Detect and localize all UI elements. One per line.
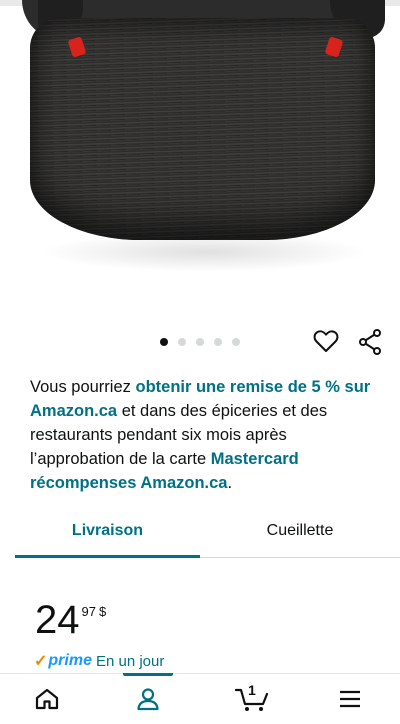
prime-delivery: ✓ prime En un jour [34,651,164,671]
menu-icon [340,690,360,708]
credit-card-promo: Vous pourriez obtenir une remise de 5 % … [30,375,380,495]
carousel-dot-5[interactable] [232,338,240,346]
nav-active-indicator [123,673,173,676]
carousel-dot-3[interactable] [196,338,204,346]
price-fraction: 97 [81,604,96,619]
home-icon [35,688,59,710]
promo-text-3: . [227,474,233,492]
active-tab-underline [15,555,200,558]
prime-delivery-text[interactable]: En un jour [96,653,164,670]
bottom-nav: 1 [0,673,400,724]
fulfillment-tabs: Livraison Cueillette [15,505,400,558]
heart-icon[interactable] [313,329,339,353]
nav-menu[interactable] [320,674,380,724]
tab-cueillette[interactable]: Cueillette [200,505,400,557]
cart-count-badge: 1 [248,682,256,698]
prime-logo: prime [48,652,92,669]
price-currency: $ [98,604,107,619]
carousel-dot-1[interactable] [160,338,168,346]
carousel-dot-2[interactable] [178,338,186,346]
promo-text-1: Vous pourriez [30,378,136,396]
account-icon [137,688,159,711]
nav-account[interactable] [118,674,178,724]
nav-home[interactable] [17,674,77,724]
product-image[interactable] [0,0,400,300]
image-carousel-dots[interactable] [160,338,240,346]
nav-cart[interactable]: 1 [222,674,282,724]
price: 24 97 $ [35,598,106,642]
carousel-dot-4[interactable] [214,338,222,346]
prime-check-icon: ✓ [34,653,48,670]
tab-livraison[interactable]: Livraison [15,505,200,557]
price-whole: 24 [35,598,80,642]
share-icon[interactable] [358,329,382,355]
